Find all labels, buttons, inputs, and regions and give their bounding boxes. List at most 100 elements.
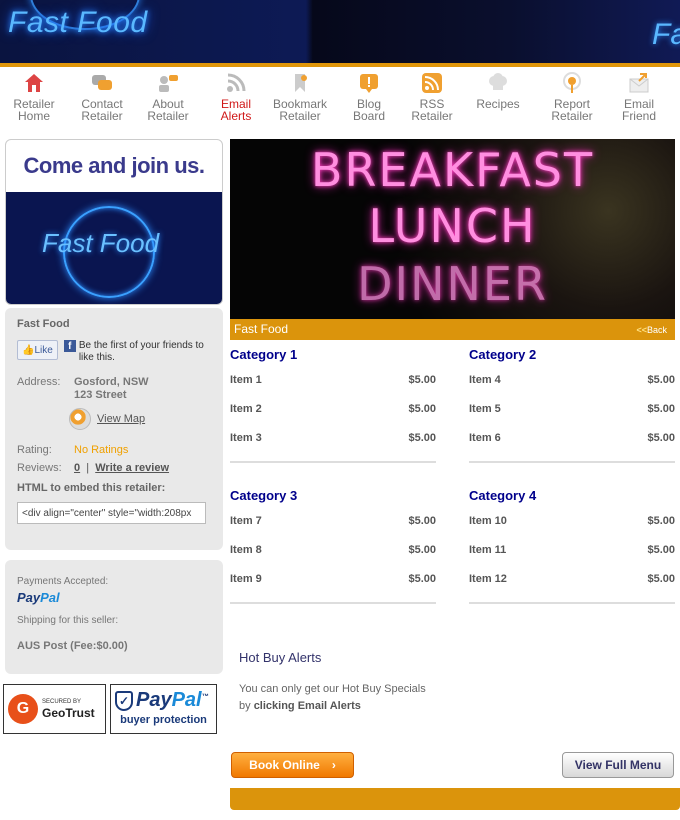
item-price: $5.00: [647, 573, 675, 585]
rating-label: Rating:: [17, 444, 52, 456]
address-row: Address: Gosford, NSW 123 Street: [17, 376, 211, 402]
menu-item[interactable]: Item 9 $5.00: [230, 573, 436, 602]
category-title[interactable]: Category 2: [469, 347, 675, 362]
hot-buy-text: You can only get our Hot Buy Specials by…: [239, 681, 499, 715]
chef-hat-icon: [489, 73, 507, 90]
address-line-1: Gosford, NSW: [74, 376, 149, 388]
nav-contact-retailer[interactable]: Contact Retailer: [70, 70, 134, 122]
join-heading: Come and join us.: [23, 153, 205, 178]
item-name: Item 3: [230, 432, 262, 444]
hero-image: BREAKFAST LUNCH DINNER: [230, 139, 675, 319]
paypal-badge-logo: PayPal™: [136, 689, 209, 712]
envelope-icon: [629, 73, 649, 93]
podcast-icon: [563, 72, 581, 93]
nav-report-retailer[interactable]: Report Retailer: [540, 70, 604, 122]
item-price: $5.00: [408, 432, 436, 444]
facebook-like-button[interactable]: 👍 Like: [17, 340, 58, 360]
join-logo-image[interactable]: Fast Food: [6, 192, 222, 304]
paypal-buyer-protection-badge[interactable]: ✓ PayPal™ buyer protection: [110, 684, 217, 734]
nav-rss-retailer[interactable]: RSS Retailer: [400, 70, 464, 122]
category-divider: [230, 602, 436, 604]
menu-item[interactable]: Item 4 $5.00: [469, 374, 675, 403]
book-online-button[interactable]: Book Online ›: [231, 752, 354, 778]
item-name: Item 5: [469, 403, 501, 415]
site-logo[interactable]: Fast Food: [8, 6, 148, 40]
menu-item[interactable]: Item 2 $5.00: [230, 403, 436, 432]
category-title[interactable]: Category 4: [469, 488, 675, 503]
rating-row: Rating: No Ratings: [17, 444, 211, 456]
item-price: $5.00: [408, 403, 436, 415]
menu-category: Category 2 Item 4 $5.00 Item 5 $5.00 Item …: [469, 347, 675, 463]
menu-item[interactable]: Item 6 $5.00: [469, 432, 675, 461]
buyer-protection-text: buyer protection: [120, 714, 207, 726]
menu-item[interactable]: Item 7 $5.00: [230, 515, 436, 544]
menu-item[interactable]: Item 5 $5.00: [469, 403, 675, 432]
rss-icon: [227, 73, 246, 92]
hot-buy-text-by: by: [239, 700, 251, 712]
facebook-like-widget: 👍 Like f Be the first of your friends to …: [17, 340, 211, 364]
category-divider: [230, 461, 436, 463]
nav-blog-board[interactable]: Blog Board: [337, 70, 401, 122]
view-map-link[interactable]: View Map: [97, 413, 145, 425]
retailer-info-panel: Fast Food 👍 Like f Be the first of your f…: [5, 308, 223, 550]
nav-bookmark-retailer[interactable]: Bookmark Retailer: [268, 70, 332, 122]
shipping-label: Shipping for this seller:: [17, 615, 119, 626]
address-value: Gosford, NSW 123 Street: [74, 376, 149, 402]
write-review-link[interactable]: Write a review: [95, 462, 169, 474]
menu-item[interactable]: Item 1 $5.00: [230, 374, 436, 403]
hero-line-breakfast: BREAKFAST: [310, 143, 595, 197]
hero-line-lunch: LUNCH: [368, 199, 537, 253]
reviews-count-link[interactable]: 0: [74, 462, 80, 474]
reviews-label: Reviews:: [17, 462, 62, 474]
geotrust-badge[interactable]: G SECURED BY GeoTrust: [3, 684, 106, 734]
menu-item[interactable]: Item 3 $5.00: [230, 432, 436, 461]
item-name: Item 12: [469, 573, 507, 585]
menu-title: Fast Food: [234, 322, 289, 336]
rating-value: No Ratings: [74, 444, 129, 456]
address-line-2: 123 Street: [74, 389, 127, 401]
menu-item[interactable]: Item 10 $5.00: [469, 515, 675, 544]
payments-panel: Payments Accepted: PayPal Shipping for t…: [5, 560, 223, 674]
category-divider: [469, 602, 675, 604]
geotrust-icon: G: [8, 694, 38, 724]
nav-email-friend[interactable]: Email Friend: [607, 70, 671, 122]
category-divider: [469, 461, 675, 463]
item-name: Item 2: [230, 403, 262, 415]
back-link[interactable]: <<Back: [636, 325, 667, 335]
view-full-menu-button[interactable]: View Full Menu: [562, 752, 674, 778]
embed-label: HTML to embed this retailer:: [17, 482, 166, 494]
facebook-icon: f: [63, 340, 76, 352]
menu-item[interactable]: Item 12 $5.00: [469, 573, 675, 602]
nav-retailer-home[interactable]: Retailer Home: [2, 70, 66, 122]
nav-label: Recipes: [476, 97, 520, 111]
address-label: Address:: [17, 376, 61, 388]
reviews-row: Reviews: 0 | Write a review: [17, 462, 211, 474]
view-map: View Map: [69, 408, 211, 430]
paypal-pal-text: Pal: [40, 590, 60, 605]
menu-item[interactable]: Item 8 $5.00: [230, 544, 436, 573]
embed-code-field[interactable]: [17, 502, 206, 524]
exclamation-icon: [360, 74, 378, 93]
category-title[interactable]: Category 3: [230, 488, 436, 503]
join-panel: Come and join us. Fast Food: [5, 139, 223, 305]
item-price: $5.00: [647, 432, 675, 444]
menu-item[interactable]: Item 11 $5.00: [469, 544, 675, 573]
nav-about-retailer[interactable]: About Retailer: [136, 70, 200, 122]
item-name: Item 8: [230, 544, 262, 556]
header-banner: Fast Food Fa: [0, 0, 680, 64]
reviews-separator: |: [86, 462, 90, 474]
nav-recipes[interactable]: Recipes: [466, 70, 530, 110]
category-title[interactable]: Category 1: [230, 347, 436, 362]
nav-email-alerts[interactable]: Email Alerts: [204, 70, 268, 122]
hot-buy-text-bold: clicking Email Alerts: [253, 700, 361, 712]
shipping-value: AUS Post (Fee:$0.00): [17, 640, 128, 652]
paypal-badge-pay: Pay: [136, 689, 172, 711]
nav-label: Report Retailer: [551, 97, 593, 123]
geotrust-text: SECURED BY GeoTrust: [42, 699, 95, 720]
item-price: $5.00: [647, 515, 675, 527]
nav-label: Blog Board: [352, 97, 386, 123]
geotrust-secured: SECURED BY: [42, 698, 82, 705]
footer-bar: [230, 788, 680, 810]
rss-feed-icon: [422, 73, 442, 93]
join-logo-text: Fast Food: [42, 228, 160, 258]
